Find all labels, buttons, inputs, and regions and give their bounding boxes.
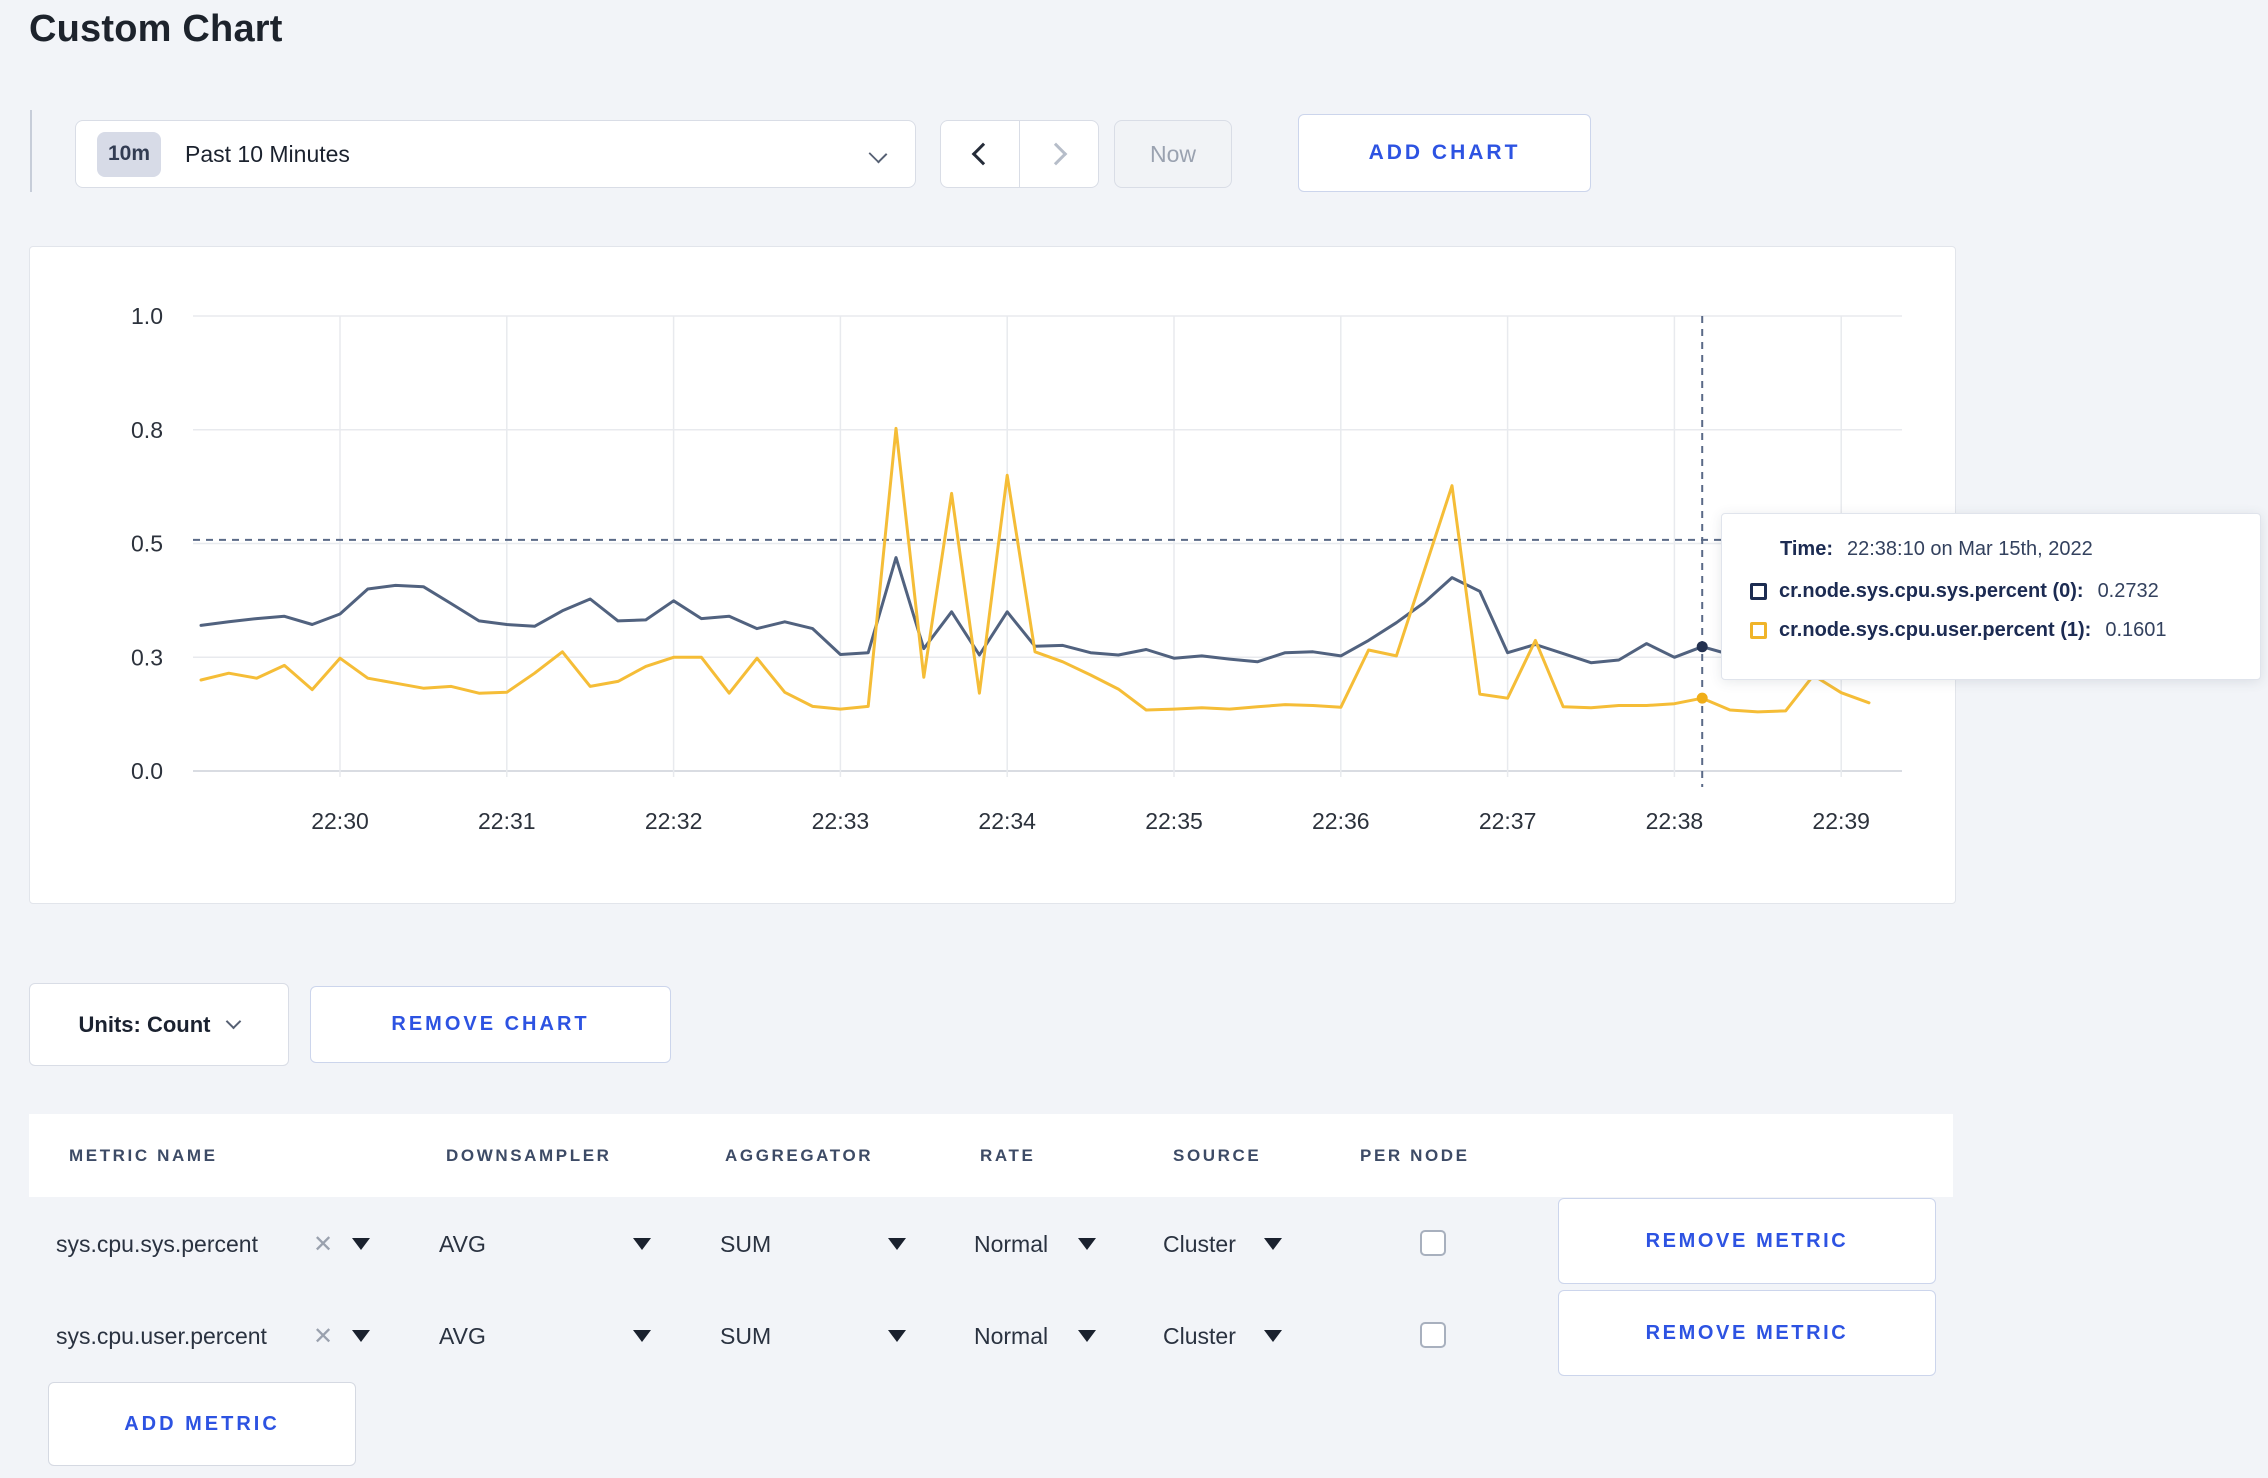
dropdown-caret-icon[interactable]	[1078, 1330, 1096, 1342]
col-header-source: SOURCE	[1173, 1145, 1262, 1165]
col-header-rate: RATE	[980, 1145, 1036, 1165]
tooltip-series-value: 0.1601	[2105, 619, 2167, 641]
units-label: Units: Count	[78, 1011, 211, 1037]
downsampler-select[interactable]: AVG	[439, 1212, 486, 1276]
chevron-down-icon	[868, 144, 888, 164]
metrics-table-header: METRIC NAME DOWNSAMPLER AGGREGATOR RATE …	[29, 1114, 1953, 1197]
chevron-left-icon	[971, 142, 995, 166]
clear-metric-icon[interactable]: ✕	[313, 1212, 333, 1276]
per-node-checkbox[interactable]	[1420, 1230, 1446, 1256]
time-window-select[interactable]: 10m Past 10 Minutes	[75, 120, 916, 188]
y-axis-tick-label: 0.5	[131, 531, 163, 557]
per-node-checkbox[interactable]	[1420, 1322, 1446, 1348]
chevron-right-icon	[1044, 142, 1068, 166]
now-button[interactable]: Now	[1114, 120, 1232, 188]
rate-select[interactable]: Normal	[974, 1304, 1048, 1368]
col-header-per-node: PER NODE	[1360, 1145, 1470, 1165]
dropdown-caret-icon[interactable]	[888, 1238, 906, 1250]
aggregator-select[interactable]: SUM	[720, 1304, 771, 1368]
x-axis-tick-label: 22:34	[978, 808, 1036, 834]
metric-name-value[interactable]: sys.cpu.sys.percent	[56, 1212, 258, 1276]
y-axis-tick-label: 1.0	[131, 303, 163, 329]
add-chart-button[interactable]: ADD CHART	[1298, 114, 1591, 192]
x-axis-tick-label: 22:35	[1145, 808, 1203, 834]
dropdown-caret-icon[interactable]	[633, 1238, 651, 1250]
units-select[interactable]: Units: Count	[29, 983, 289, 1066]
dropdown-caret-icon[interactable]	[633, 1330, 651, 1342]
y-axis-tick-label: 0.8	[131, 417, 163, 443]
tooltip-series-label: cr.node.sys.cpu.sys.percent (0):	[1779, 580, 2084, 602]
source-select[interactable]: Cluster	[1163, 1212, 1236, 1276]
x-axis-tick-label: 22:39	[1812, 808, 1870, 834]
time-window-badge: 10m	[97, 131, 161, 177]
time-window-label: Past 10 Minutes	[185, 140, 350, 167]
clear-metric-icon[interactable]: ✕	[313, 1304, 333, 1368]
source-select[interactable]: Cluster	[1163, 1304, 1236, 1368]
dropdown-caret-icon[interactable]	[888, 1330, 906, 1342]
remove-metric-button[interactable]: REMOVE METRIC	[1558, 1290, 1936, 1376]
time-pager	[940, 120, 1099, 188]
x-axis-tick-label: 22:31	[478, 808, 536, 834]
metric-name-value[interactable]: sys.cpu.user.percent	[56, 1304, 267, 1368]
series-swatch-user-icon	[1750, 622, 1767, 639]
tooltip-time-label: Time:	[1780, 538, 1833, 560]
series-line-user	[199, 426, 1871, 714]
x-axis-tick-label: 22:30	[311, 808, 369, 834]
series-swatch-sys-icon	[1750, 583, 1767, 600]
tooltip-series-value: 0.2732	[2097, 580, 2159, 602]
remove-chart-button[interactable]: REMOVE CHART	[310, 986, 671, 1063]
col-header-downsampler: DOWNSAMPLER	[446, 1145, 612, 1165]
x-axis-tick-label: 22:33	[812, 808, 870, 834]
prev-time-button[interactable]	[941, 121, 1019, 187]
x-axis-tick-label: 22:36	[1312, 808, 1370, 834]
x-axis-tick-label: 22:32	[645, 808, 703, 834]
x-axis-tick-label: 22:37	[1479, 808, 1537, 834]
crosshair-dot-sys	[1696, 641, 1708, 653]
dropdown-caret-icon[interactable]	[1078, 1238, 1096, 1250]
page-title: Custom Chart	[29, 8, 283, 50]
chart-hover-tooltip: Time: 22:38:10 on Mar 15th, 2022 cr.node…	[1721, 513, 2261, 680]
next-time-button[interactable]	[1020, 121, 1098, 187]
y-axis-tick-label: 0.3	[131, 644, 163, 670]
y-axis-tick-label: 0.0	[131, 758, 163, 784]
tooltip-time-value: 22:38:10 on Mar 15th, 2022	[1846, 538, 2093, 560]
dropdown-caret-icon[interactable]	[352, 1238, 370, 1250]
dropdown-caret-icon[interactable]	[1264, 1330, 1282, 1342]
dropdown-caret-icon[interactable]	[352, 1330, 370, 1342]
toolbar-left-rule	[30, 110, 32, 192]
chevron-down-icon	[226, 1013, 242, 1030]
x-axis-tick-label: 22:38	[1646, 808, 1704, 834]
rate-select[interactable]: Normal	[974, 1212, 1048, 1276]
tooltip-series-label: cr.node.sys.cpu.user.percent (1):	[1779, 619, 2092, 641]
timeseries-chart[interactable]: 0.0 0.3 0.5 0.8 1.0 22:30 22:31 22:32 22:33 22:34…	[30, 247, 1957, 905]
add-metric-button[interactable]: ADD METRIC	[48, 1382, 356, 1466]
dropdown-caret-icon[interactable]	[1264, 1238, 1282, 1250]
remove-metric-button[interactable]: REMOVE METRIC	[1558, 1198, 1936, 1284]
downsampler-select[interactable]: AVG	[439, 1304, 486, 1368]
crosshair-dot-user	[1696, 692, 1708, 704]
chart-card[interactable]: 0.0 0.3 0.5 0.8 1.0 22:30 22:31 22:32 22:33 22:34…	[29, 246, 1956, 904]
col-header-metric-name: METRIC NAME	[69, 1145, 218, 1165]
col-header-aggregator: AGGREGATOR	[725, 1145, 874, 1165]
aggregator-select[interactable]: SUM	[720, 1212, 771, 1276]
